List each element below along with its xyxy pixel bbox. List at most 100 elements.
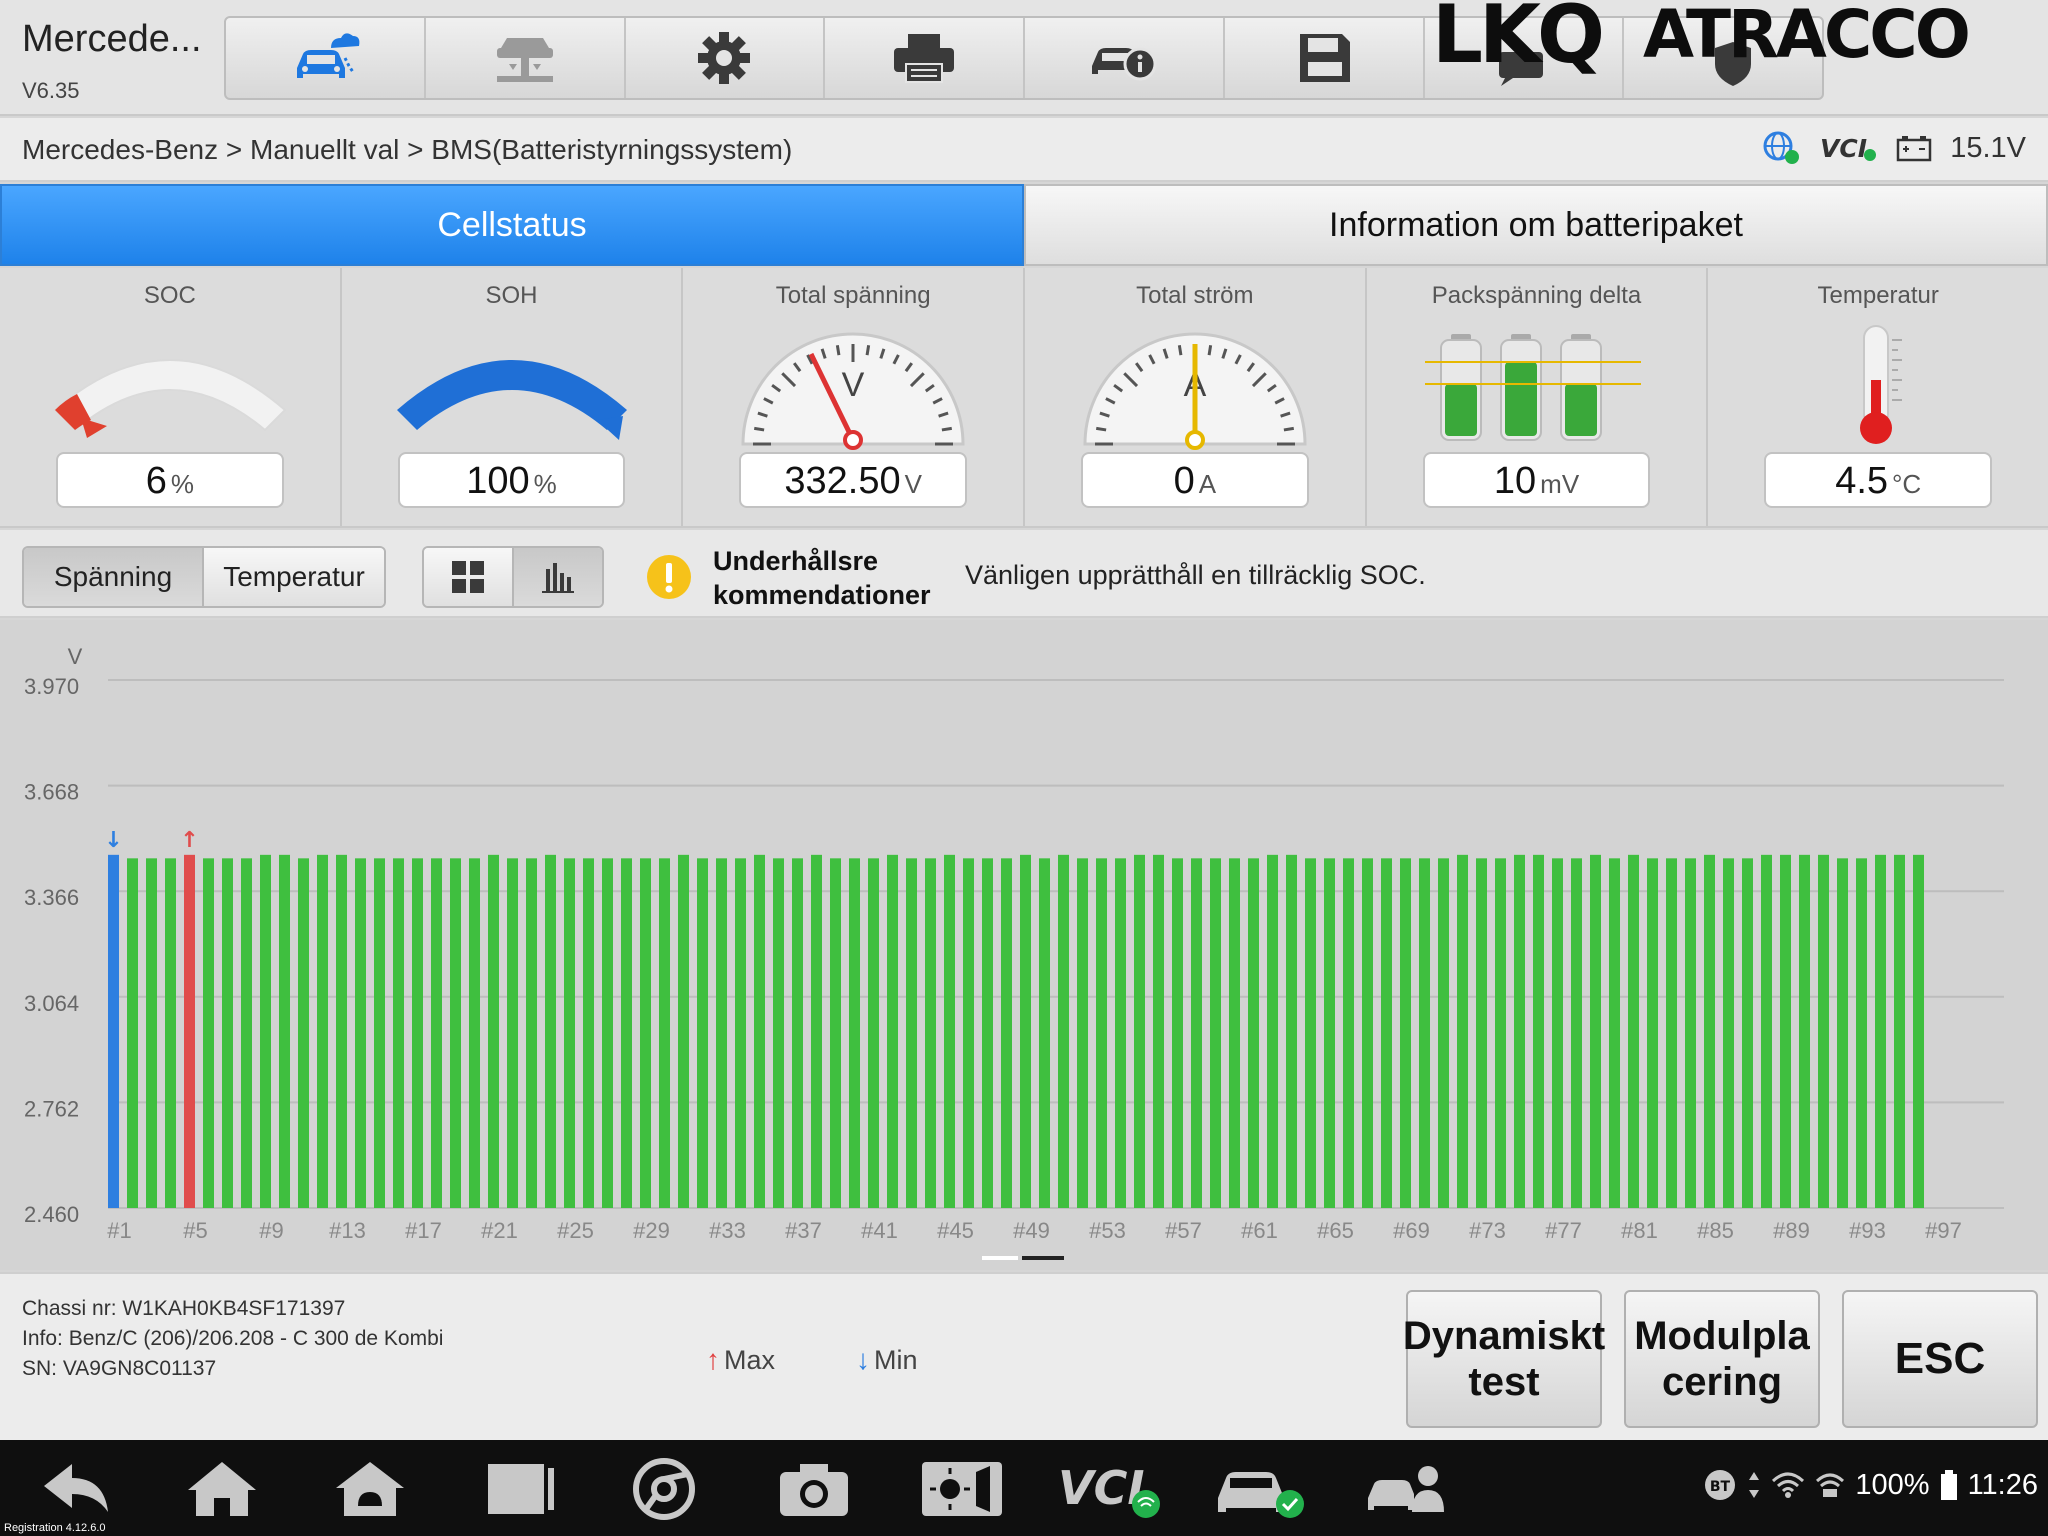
grid-view-button[interactable] <box>424 548 514 606</box>
cell-bar-53[interactable] <box>1096 858 1107 1208</box>
cell-bar-77[interactable] <box>1552 858 1563 1208</box>
cell-bar-76[interactable] <box>1533 854 1544 1208</box>
cell-bar-1[interactable] <box>108 854 119 1208</box>
cell-bar-55[interactable] <box>1134 854 1145 1208</box>
cell-bar-7[interactable] <box>222 858 233 1208</box>
cell-bar-78[interactable] <box>1571 858 1582 1208</box>
tab-battery-pack-info[interactable]: Information om batteripaket <box>1024 184 2048 266</box>
bar-view-button[interactable] <box>514 548 602 606</box>
cell-bar-34[interactable] <box>735 858 746 1208</box>
car-technician-icon[interactable] <box>1366 1458 1450 1520</box>
cell-bar-28[interactable] <box>621 858 632 1208</box>
cell-bar-81[interactable] <box>1628 854 1639 1208</box>
cell-bar-22[interactable] <box>507 858 518 1208</box>
cell-bar-68[interactable] <box>1381 858 1392 1208</box>
cell-bar-89[interactable] <box>1780 854 1791 1208</box>
cell-bar-85[interactable] <box>1704 854 1715 1208</box>
cell-bar-73[interactable] <box>1476 858 1487 1208</box>
tab-cellstatus[interactable]: Cellstatus <box>0 184 1024 266</box>
chrome-icon[interactable] <box>632 1458 696 1520</box>
cell-bar-90[interactable] <box>1799 854 1810 1208</box>
cell-bar-32[interactable] <box>697 858 708 1208</box>
cell-bar-6[interactable] <box>203 858 214 1208</box>
cell-bar-17[interactable] <box>412 858 423 1208</box>
toolbar-print-button[interactable] <box>825 18 1025 98</box>
module-placement-button[interactable]: Modulpla cering <box>1624 1290 1820 1428</box>
cell-bar-63[interactable] <box>1286 854 1297 1208</box>
cell-bar-62[interactable] <box>1267 854 1278 1208</box>
vci-wifi-icon[interactable]: VCI <box>1056 1458 1166 1520</box>
toolbar-car-cloud-button[interactable] <box>226 18 426 98</box>
cell-bar-74[interactable] <box>1495 858 1506 1208</box>
cell-bar-61[interactable] <box>1248 858 1259 1208</box>
cell-bar-64[interactable] <box>1305 858 1316 1208</box>
cell-bar-30[interactable] <box>659 858 670 1208</box>
toolbar-car-info-button[interactable] <box>1025 18 1225 98</box>
cell-bar-60[interactable] <box>1229 858 1240 1208</box>
cell-bar-94[interactable] <box>1875 854 1886 1208</box>
cell-bar-9[interactable] <box>260 854 271 1208</box>
cell-bar-88[interactable] <box>1761 854 1772 1208</box>
car-check-icon[interactable] <box>1214 1458 1308 1520</box>
cell-bar-35[interactable] <box>754 854 765 1208</box>
cell-bar-75[interactable] <box>1514 854 1525 1208</box>
cell-bar-27[interactable] <box>602 858 613 1208</box>
cell-bar-47[interactable] <box>982 858 993 1208</box>
cell-bar-14[interactable] <box>355 858 366 1208</box>
cell-bar-57[interactable] <box>1172 858 1183 1208</box>
cell-bar-15[interactable] <box>374 858 385 1208</box>
cell-bar-84[interactable] <box>1685 858 1696 1208</box>
back-icon[interactable] <box>38 1458 114 1520</box>
cell-bar-72[interactable] <box>1457 854 1468 1208</box>
cell-bar-50[interactable] <box>1039 858 1050 1208</box>
cell-bar-18[interactable] <box>431 858 442 1208</box>
cell-bar-91[interactable] <box>1818 854 1829 1208</box>
brightness-icon[interactable] <box>920 1458 1004 1520</box>
cell-bar-58[interactable] <box>1191 858 1202 1208</box>
cell-bar-19[interactable] <box>450 858 461 1208</box>
cell-bar-36[interactable] <box>773 858 784 1208</box>
esc-button[interactable]: ESC <box>1842 1290 2038 1428</box>
cell-bar-48[interactable] <box>1001 858 1012 1208</box>
cell-bar-83[interactable] <box>1666 858 1677 1208</box>
cell-bar-67[interactable] <box>1362 858 1373 1208</box>
cell-bar-29[interactable] <box>640 858 651 1208</box>
cell-bar-26[interactable] <box>583 858 594 1208</box>
camera-icon[interactable] <box>776 1458 852 1520</box>
cell-bar-56[interactable] <box>1153 854 1164 1208</box>
cell-bar-93[interactable] <box>1856 858 1867 1208</box>
cell-bar-87[interactable] <box>1742 858 1753 1208</box>
cell-bar-51[interactable] <box>1058 854 1069 1208</box>
home-icon[interactable] <box>184 1458 260 1520</box>
cell-bar-5[interactable] <box>184 854 195 1208</box>
cell-bar-41[interactable] <box>868 858 879 1208</box>
cell-bar-23[interactable] <box>526 858 537 1208</box>
cell-bar-96[interactable] <box>1913 854 1924 1208</box>
dynamic-test-button[interactable]: Dynamiskt test <box>1403 1290 1605 1428</box>
cell-bar-43[interactable] <box>906 858 917 1208</box>
cell-bar-38[interactable] <box>811 854 822 1208</box>
cell-bar-12[interactable] <box>317 854 328 1208</box>
cell-bar-65[interactable] <box>1324 858 1335 1208</box>
android-home-icon[interactable] <box>332 1458 408 1520</box>
cell-bar-42[interactable] <box>887 854 898 1208</box>
cell-bar-69[interactable] <box>1400 858 1411 1208</box>
cell-bar-95[interactable] <box>1894 854 1905 1208</box>
cell-bar-86[interactable] <box>1723 858 1734 1208</box>
cell-bar-25[interactable] <box>564 858 575 1208</box>
cell-bar-4[interactable] <box>165 858 176 1208</box>
cell-bar-66[interactable] <box>1343 858 1354 1208</box>
cell-bar-45[interactable] <box>944 854 955 1208</box>
cell-bar-40[interactable] <box>849 858 860 1208</box>
mode-voltage-button[interactable]: Spänning <box>24 548 204 606</box>
cell-bar-71[interactable] <box>1438 858 1449 1208</box>
cell-bar-82[interactable] <box>1647 858 1658 1208</box>
cell-bar-70[interactable] <box>1419 858 1430 1208</box>
cell-bar-13[interactable] <box>336 854 347 1208</box>
cell-bar-33[interactable] <box>716 858 727 1208</box>
cell-bar-24[interactable] <box>545 854 556 1208</box>
toolbar-settings-button[interactable] <box>626 18 826 98</box>
cell-bar-52[interactable] <box>1077 858 1088 1208</box>
cell-bar-37[interactable] <box>792 858 803 1208</box>
cell-bar-39[interactable] <box>830 858 841 1208</box>
